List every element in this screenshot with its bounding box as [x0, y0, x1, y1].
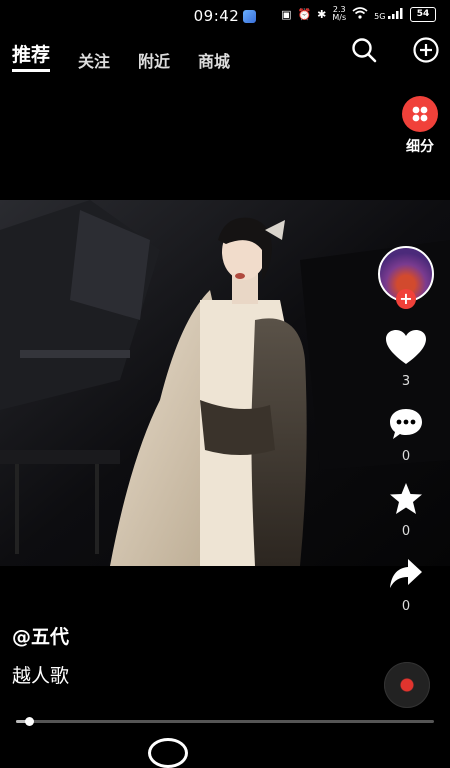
- nfc-icon: ▣: [281, 7, 292, 21]
- author-avatar[interactable]: +: [378, 246, 434, 309]
- follow-plus-icon[interactable]: +: [396, 289, 416, 309]
- side-actions: + 3 0 0 0: [376, 246, 436, 614]
- comment-icon: [390, 409, 422, 439]
- alarm-icon: ⏰: [297, 7, 312, 21]
- app-notification-icon: [243, 9, 257, 23]
- video-caption: @五代 越人歌: [12, 622, 69, 688]
- cellular-signal-icon: 5G: [374, 7, 404, 21]
- wifi-icon: [352, 6, 368, 22]
- favorite-action[interactable]: 0: [376, 482, 436, 539]
- share-count: 0: [401, 599, 411, 614]
- add-icon[interactable]: [412, 36, 440, 64]
- video-description: 越人歌: [12, 665, 70, 687]
- tab-recommend[interactable]: 推荐: [12, 40, 51, 72]
- bluetooth-icon: ✱: [317, 7, 327, 21]
- top-nav: 推荐 关注 附近 商城: [12, 40, 230, 72]
- heart-icon: [386, 330, 426, 364]
- tab-nearby[interactable]: 附近: [138, 48, 170, 72]
- progress-thumb[interactable]: [24, 717, 34, 726]
- share-icon: [390, 559, 422, 588]
- share-action[interactable]: 0: [376, 557, 436, 614]
- status-bar: 09:42 ▣ ⏰ ✱ 2.3 M/s 5G 54: [0, 0, 450, 32]
- tab-mall[interactable]: 商城: [198, 48, 230, 72]
- tab-following[interactable]: 关注: [78, 48, 110, 72]
- author-name[interactable]: @五代: [12, 622, 69, 649]
- network-speed-unit: M/s: [332, 13, 347, 22]
- battery-indicator: 54: [410, 6, 436, 22]
- comment-action[interactable]: 0: [376, 407, 436, 464]
- bottom-action-icon[interactable]: [148, 738, 188, 768]
- network-speed: 2.3 M/s: [332, 6, 346, 22]
- grid-icon: [402, 96, 438, 132]
- comment-count: 0: [401, 449, 411, 464]
- category-label: 细分: [406, 139, 434, 155]
- category-button[interactable]: 细分: [400, 96, 440, 156]
- status-indicators: ▣ ⏰ ✱ 2.3 M/s 5G 54: [281, 6, 436, 22]
- status-time: 09:42: [193, 7, 240, 25]
- like-action[interactable]: 3: [376, 330, 436, 389]
- top-icons: [350, 36, 440, 64]
- signal-type: 5G: [374, 11, 386, 21]
- progress-bar[interactable]: [16, 717, 434, 726]
- star-icon: [390, 483, 422, 514]
- search-icon[interactable]: [350, 36, 378, 64]
- like-count: 3: [401, 374, 411, 389]
- music-disc-icon[interactable]: [384, 662, 430, 708]
- favorite-count: 0: [401, 524, 411, 539]
